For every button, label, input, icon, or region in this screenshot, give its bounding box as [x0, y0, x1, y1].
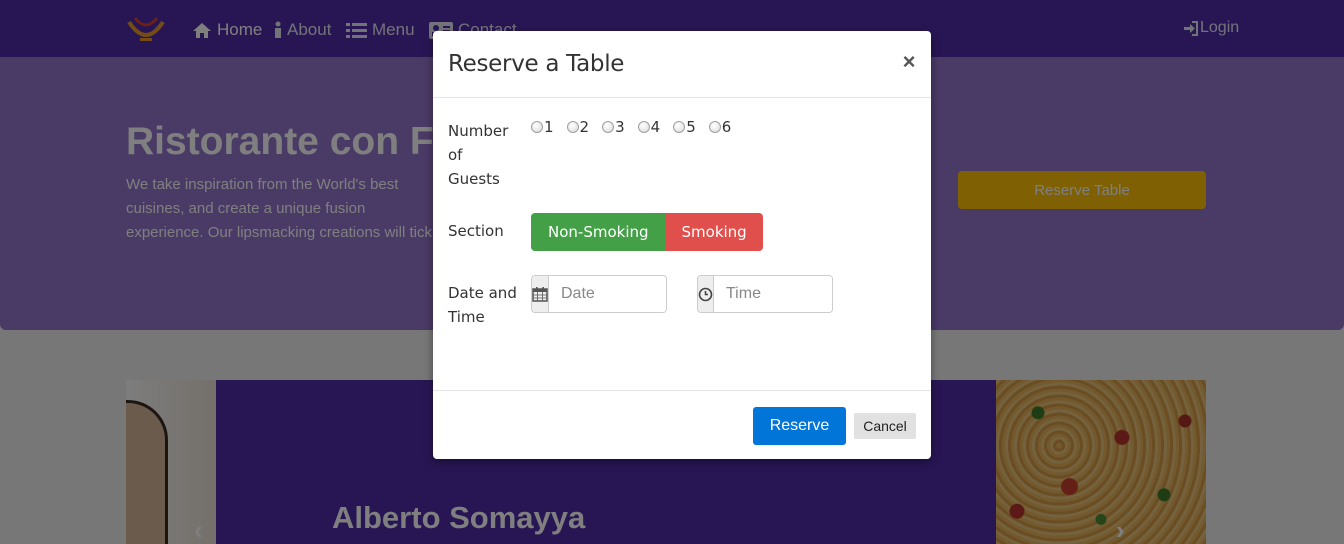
reserve-modal: Reserve a Table × Number of Guests 1 2 3…	[433, 31, 931, 459]
reserve-button[interactable]: Reserve	[753, 407, 846, 445]
guests-label: Number of Guests	[448, 122, 509, 188]
cancel-button[interactable]: Cancel	[854, 413, 916, 439]
radio-icon	[566, 121, 579, 133]
modal-footer: Reserve Cancel	[433, 390, 931, 459]
datetime-label: Date and Time	[448, 284, 517, 326]
modal-title: Reserve a Table	[448, 51, 625, 77]
guest-radio-4[interactable]: 4	[637, 118, 660, 136]
calendar-icon	[532, 276, 549, 312]
time-input-group	[697, 275, 833, 313]
guest-radio-5[interactable]: 5	[673, 118, 696, 136]
smoking-button[interactable]: Smoking	[665, 213, 763, 251]
guest-radio-group: 1 2 3 4 5 6	[531, 117, 744, 137]
radio-icon	[673, 121, 686, 133]
radio-icon	[708, 121, 721, 133]
close-icon[interactable]: ×	[900, 51, 918, 73]
radio-icon	[531, 121, 543, 133]
guest-radio-2[interactable]: 2	[566, 118, 589, 136]
radio-icon	[602, 121, 615, 133]
radio-icon	[637, 121, 650, 133]
section-toggle: Non-Smoking Smoking	[531, 213, 763, 251]
modal-header: Reserve a Table ×	[433, 31, 931, 98]
non-smoking-button[interactable]: Non-Smoking	[531, 213, 666, 251]
date-input[interactable]	[549, 276, 666, 312]
time-input[interactable]	[714, 276, 832, 312]
section-label: Section	[448, 222, 504, 240]
date-input-group	[531, 275, 667, 313]
guest-radio-3[interactable]: 3	[602, 118, 625, 136]
clock-icon	[698, 276, 714, 312]
guest-radio-6[interactable]: 6	[708, 118, 731, 136]
guest-radio-1[interactable]: 1	[531, 118, 554, 136]
